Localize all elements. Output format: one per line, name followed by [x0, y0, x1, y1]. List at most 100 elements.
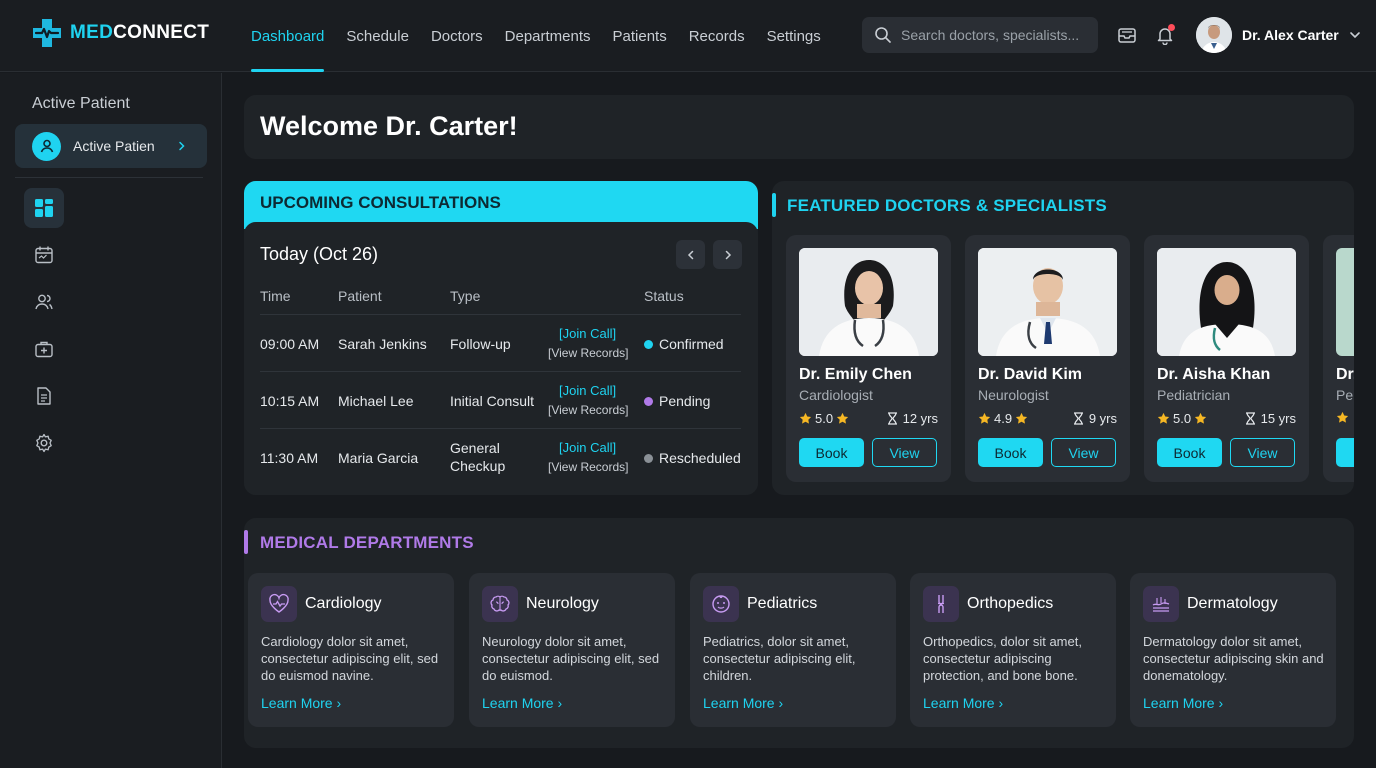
notifications-button[interactable] [1154, 24, 1176, 46]
sidebar: Active Patient Active Patient [0, 73, 222, 768]
chevron-right-icon: › [1218, 695, 1224, 711]
user-menu[interactable]: Dr. Alex Carter [1196, 17, 1361, 53]
chevron-right-icon: › [557, 695, 563, 711]
nav-schedule[interactable]: Schedule [335, 0, 420, 72]
featured-title: FEATURED DOCTORS & SPECIALISTS [787, 196, 1107, 215]
join-call-link[interactable]: [Join Call] [559, 383, 616, 398]
view-records-link[interactable]: [View Records] [548, 346, 628, 360]
department-card-neurology[interactable]: Neurology Neurology dolor sit amet, cons… [469, 573, 675, 727]
department-card-cardiology[interactable]: Cardiology Cardiology dolor sit amet, co… [248, 573, 454, 727]
prev-day-button[interactable] [676, 240, 705, 269]
upcoming-consultations-panel: UPCOMING CONSULTATIONS Today (Oct 26) Ti… [244, 181, 758, 495]
view-records-link[interactable]: [View Records] [548, 403, 628, 417]
nav-patients[interactable]: Patients [602, 0, 678, 72]
view-button[interactable]: View [1051, 438, 1116, 467]
next-day-button[interactable] [713, 240, 742, 269]
table-row: 11:30 AM Maria Garcia General Checkup [J… [260, 428, 741, 485]
sidebar-item-schedule[interactable] [24, 235, 64, 275]
join-call-link[interactable]: [Join Call] [559, 326, 616, 341]
book-button[interactable]: Book [978, 438, 1043, 467]
user-name: Dr. Alex Carter [1242, 27, 1339, 43]
nav-dashboard[interactable]: Dashboard [240, 0, 335, 72]
departments-title: MEDICAL DEPARTMENTS [260, 533, 474, 552]
doctor-photo [978, 248, 1117, 356]
chevron-right-icon: › [998, 695, 1004, 711]
join-call-link[interactable]: [Join Call] [559, 440, 616, 455]
doctor-card[interactable]: Dr. Emily Chen Cardiologist 5.0 12 yrs B… [786, 235, 951, 482]
doctor-name: Dr. Aisha Khan [1157, 366, 1271, 383]
learn-more-link[interactable]: Learn More › [923, 695, 1003, 711]
active-patient-selector[interactable]: Active Patient [15, 124, 207, 168]
brand-logo[interactable]: MEDCONNECT [30, 16, 209, 50]
doctor-card[interactable]: Dr. Aisha Khan Pediatrician 5.0 15 yrs B… [1144, 235, 1309, 482]
doctor-card[interactable]: Dr. David Kim Neurologist 4.9 9 yrs Book… [965, 235, 1130, 482]
learn-more-link[interactable]: Learn More › [261, 695, 341, 711]
consultations-day: Today (Oct 26) [260, 244, 379, 264]
book-button[interactable] [1336, 438, 1354, 467]
learn-more-link[interactable]: Learn More › [482, 695, 562, 711]
view-button[interactable]: View [1230, 438, 1295, 467]
welcome-banner: Welcome Dr. Carter! [244, 95, 1354, 159]
hourglass-icon [1073, 412, 1083, 425]
sidebar-item-patients[interactable] [24, 282, 64, 322]
sidebar-item-settings[interactable] [24, 423, 64, 463]
gear-icon [36, 433, 52, 453]
learn-more-link[interactable]: Learn More › [703, 695, 783, 711]
hourglass-icon [1245, 412, 1255, 425]
department-card-orthopedics[interactable]: Orthopedics Orthopedics, dolor sit amet,… [910, 573, 1116, 727]
doctor-rating: 4.9 [978, 411, 1028, 426]
doctor-specialty: Pediatrician [1157, 387, 1231, 403]
sidebar-title: Active Patient [32, 95, 130, 112]
skin-layers-icon [1143, 586, 1179, 622]
doctor-photo [799, 248, 938, 356]
department-card-dermatology[interactable]: Dermatology Dermatology dolor sit amet, … [1130, 573, 1336, 727]
department-name: Dermatology [1187, 595, 1278, 612]
row-type-line2: Checkup [450, 458, 506, 474]
avatar [1196, 17, 1232, 53]
doctor-rating [1336, 411, 1349, 424]
row-status: Confirmed [644, 336, 724, 352]
doctor-experience: 9 yrs [1073, 411, 1117, 426]
status-label: Pending [659, 393, 711, 409]
section-accent-bar [244, 530, 248, 554]
department-card-pediatrics[interactable]: Pediatrics Pediatrics, dolor sit amet, c… [690, 573, 896, 727]
bone-joint-icon [923, 586, 959, 622]
view-records-link[interactable]: [View Records] [548, 460, 628, 474]
learn-more-label: Learn More [923, 695, 995, 711]
messages-button[interactable] [1116, 24, 1138, 46]
search-box[interactable] [862, 17, 1098, 53]
inbox-icon [1118, 28, 1136, 43]
document-icon [37, 387, 51, 405]
doctor-card-partial[interactable]: Dr. Per [1323, 235, 1354, 482]
main-nav: Dashboard Schedule Doctors Departments P… [240, 0, 832, 72]
nav-records[interactable]: Records [678, 0, 756, 72]
learn-more-label: Learn More [1143, 695, 1215, 711]
table-row: 09:00 AM Sarah Jenkins Follow-up [Join C… [260, 314, 741, 371]
book-button[interactable]: Book [1157, 438, 1222, 467]
row-patient: Maria Garcia [338, 450, 419, 466]
doctor-rating-value: 5.0 [1173, 411, 1192, 426]
book-button[interactable]: Book [799, 438, 864, 467]
brand-name-part2: CONNECT [113, 22, 210, 43]
nav-settings[interactable]: Settings [756, 0, 832, 72]
chevron-right-icon: › [778, 695, 784, 711]
doctor-years: 9 yrs [1088, 411, 1117, 426]
section-accent-bar [772, 193, 776, 217]
learn-more-label: Learn More [482, 695, 554, 711]
column-header-time: Time [260, 288, 291, 304]
nav-departments[interactable]: Departments [494, 0, 602, 72]
learn-more-link[interactable]: Learn More › [1143, 695, 1223, 711]
sidebar-item-medical-kit[interactable] [24, 329, 64, 369]
nav-doctors[interactable]: Doctors [420, 0, 494, 72]
column-header-patient: Patient [338, 288, 382, 304]
doctor-rating-value: 4.9 [994, 411, 1013, 426]
doctor-rating: 5.0 [1157, 411, 1207, 426]
star-icon [978, 412, 991, 424]
row-time: 10:15 AM [260, 393, 320, 409]
patient-user-icon [32, 131, 61, 161]
view-button[interactable]: View [872, 438, 937, 467]
search-input[interactable] [901, 27, 1086, 43]
sidebar-item-records[interactable] [24, 376, 64, 416]
star-icon [1015, 412, 1028, 424]
sidebar-item-dashboard[interactable] [24, 188, 64, 228]
